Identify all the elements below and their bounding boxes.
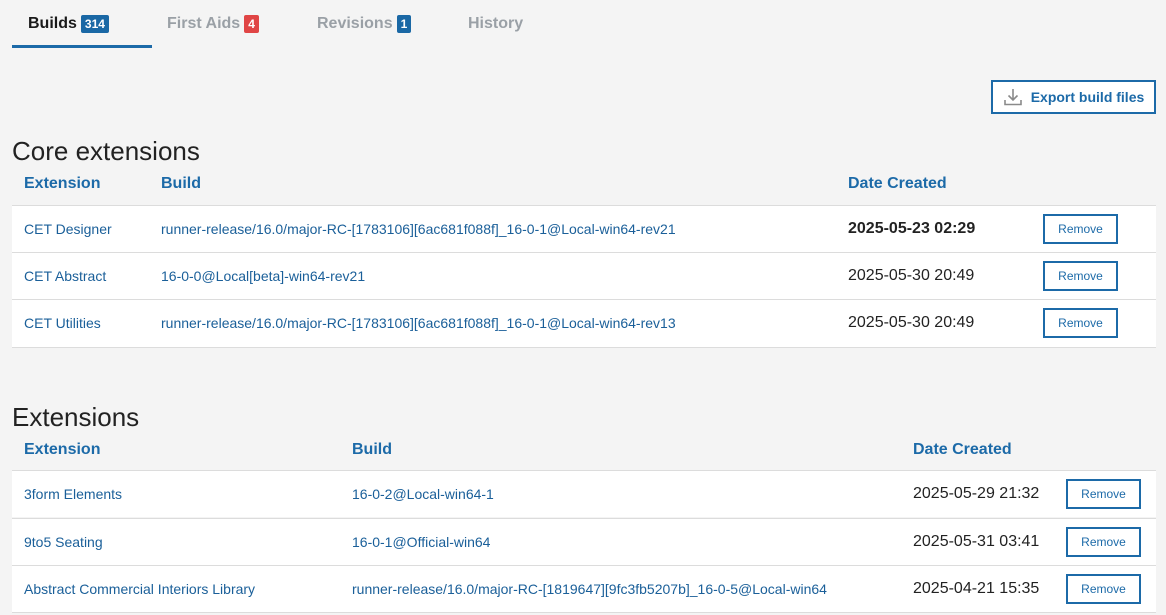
extension-link[interactable]: 3form Elements [24,471,122,517]
table-row: 9to5 Seating 16-0-1@Official-win64 2025-… [12,518,1156,565]
column-header-extension: Extension [24,441,101,458]
column-header-date-created: Date Created [848,175,947,192]
core-extensions-heading: Core extensions [12,136,200,166]
extension-link[interactable]: CET Designer [24,206,112,252]
export-button-label: Export build files [1030,89,1145,105]
column-header-date-created: Date Created [913,441,1012,458]
build-link[interactable]: runner-release/16.0/major-RC-[1819647][9… [352,566,827,612]
tab-first-aids-count-badge: 4 [244,15,259,33]
extension-link[interactable]: CET Abstract [24,253,106,299]
tab-history-label: History [468,15,524,32]
tab-revisions[interactable]: Revisions 1 [302,0,452,48]
remove-button[interactable]: Remove [1066,574,1141,604]
tab-first-aids-label: First Aids [167,15,241,32]
build-link[interactable]: 16-0-0@Local[beta]-win64-rev21 [161,253,365,299]
tab-revisions-label: Revisions [317,15,393,32]
date-created: 2025-05-30 20:49 [848,314,975,331]
remove-button[interactable]: Remove [1043,308,1118,338]
extension-link[interactable]: CET Utilities [24,300,101,346]
build-link[interactable]: runner-release/16.0/major-RC-[1783106][6… [161,300,676,346]
table-row: CET Designer runner-release/16.0/major-R… [12,205,1156,252]
remove-button[interactable]: Remove [1043,214,1118,244]
date-created: 2025-05-29 21:32 [913,485,1040,502]
table-row: 3form Elements 16-0-2@Local-win64-1 2025… [12,470,1156,517]
build-link[interactable]: runner-release/16.0/major-RC-[1783106][6… [161,206,676,252]
tab-revisions-count-badge: 1 [396,15,412,33]
tab-builds-label: Builds [28,15,77,32]
date-created: 2025-05-30 20:49 [848,267,975,284]
extension-link[interactable]: Abstract Commercial Interiors Library [24,566,255,612]
date-created: 2025-04-21 15:35 [913,580,1040,597]
column-header-extension: Extension [24,175,101,192]
tab-history[interactable]: History [452,0,552,48]
extensions-heading: Extensions [12,402,140,432]
date-created: 2025-05-23 02:29 [848,220,976,237]
column-header-build: Build [352,441,392,458]
table-row: Abstract Commercial Interiors Library ru… [12,565,1156,613]
core-table-header: Extension Build Date Created [12,167,1156,201]
build-link[interactable]: 16-0-2@Local-win64-1 [352,471,494,517]
date-created: 2025-05-31 03:41 [913,533,1040,550]
tab-bar: Builds 314 First Aids 4 Revisions 1 Hist… [12,0,552,48]
remove-button[interactable]: Remove [1043,261,1118,291]
column-header-build: Build [161,175,201,192]
tab-builds[interactable]: Builds 314 [12,0,152,48]
download-icon [1003,87,1023,107]
extension-link[interactable]: 9to5 Seating [24,519,103,565]
tab-first-aids[interactable]: First Aids 4 [152,0,302,48]
export-build-files-button[interactable]: Export build files [991,80,1156,114]
remove-button[interactable]: Remove [1066,527,1141,557]
tab-builds-count-badge: 314 [80,15,109,33]
build-link[interactable]: 16-0-1@Official-win64 [352,519,490,565]
extensions-table-header: Extension Build Date Created [12,433,1156,467]
table-row: CET Utilities runner-release/16.0/major-… [12,299,1156,348]
table-row: CET Abstract 16-0-0@Local[beta]-win64-re… [12,252,1156,299]
remove-button[interactable]: Remove [1066,479,1141,509]
